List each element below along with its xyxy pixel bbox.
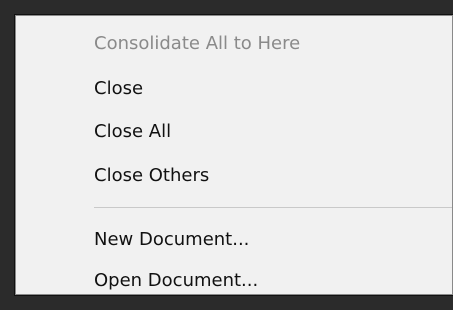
menu-item-consolidate-all-to-here: Consolidate All to Here [94,32,301,54]
context-menu: Consolidate All to Here Close Close All … [15,15,453,295]
menu-item-new-document[interactable]: New Document... [16,217,452,261]
menu-item-close-all[interactable]: Close All [16,109,452,153]
menu-item-close-others[interactable]: Close Others [16,153,452,197]
menu-item-close[interactable]: Close [16,66,452,110]
menu-separator [94,207,452,208]
menu-item-open-document[interactable]: Open Document... [16,258,452,302]
